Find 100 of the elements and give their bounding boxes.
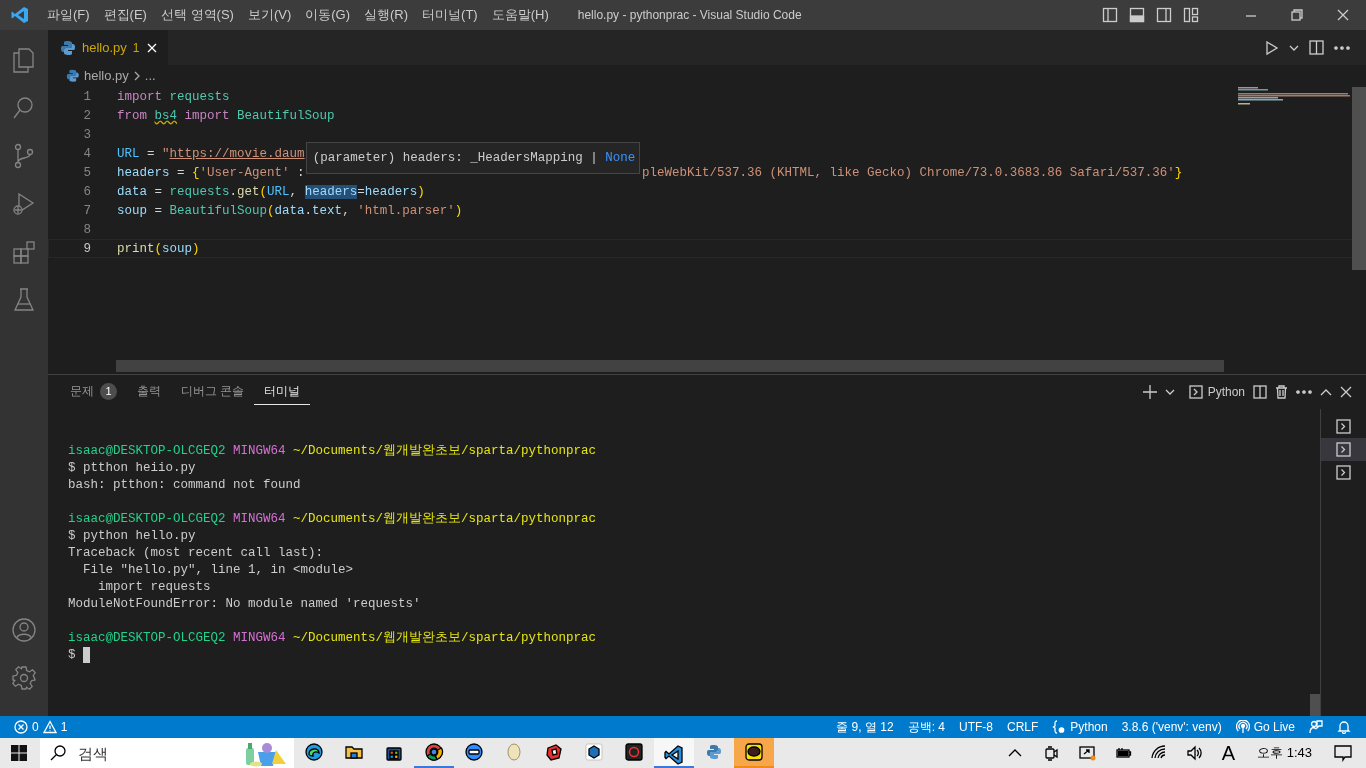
scrollbar-thumb[interactable] [1352,87,1366,270]
line-number: 7 [82,203,91,219]
start-icon[interactable] [11,745,27,761]
trash-icon[interactable] [1275,385,1288,399]
input-method-indicator[interactable]: A [1215,738,1242,768]
screen-sync-icon[interactable] [1077,744,1096,762]
terminal-line: isaac@DESKTOP-OLCGEQ2 MINGW64 ~/Documents/웹개발완초보/sparta/pythonprac [68,443,598,460]
menu-item[interactable]: 도움말(H) [484,5,556,25]
terminal-icon [1336,419,1351,434]
code-line: URL = "https://movie.daum [117,146,305,162]
feedback-icon [1309,720,1323,734]
code-line: headers = {'User-Agent' : [117,165,305,181]
chat-bubble-icon [744,742,764,762]
clock[interactable]: 오후 1:43 [1247,743,1322,763]
terminal-line: isaac@DESKTOP-OLCGEQ2 MINGW64 ~/Documents/웹개발완초보/sparta/pythonprac [68,630,598,647]
terminal-line: ModuleNotFoundError: No module named 'requests' [68,596,422,613]
line-number: 9 [82,241,91,257]
video-app-icon [464,742,484,762]
menu-item[interactable]: 보기(V) [240,5,299,25]
panel-tab[interactable]: 터미널 [254,378,311,406]
line-number: 2 [82,108,91,124]
search-icon [50,745,66,761]
breadcrumb-item[interactable]: ... [144,66,156,86]
menu-item[interactable]: 파일(F) [40,5,97,25]
more-icon[interactable] [1334,45,1350,50]
terminal-line: import requests [97,579,212,596]
problems-status[interactable]: 0 1 [0,718,75,736]
count-badge: 1 [100,383,117,400]
maximize-panel-icon[interactable] [1320,388,1332,396]
account-icon[interactable] [10,616,38,644]
bell-icon [1337,720,1351,734]
broadcast-icon [1235,720,1250,734]
run-icon[interactable] [1265,39,1279,56]
restore-icon[interactable] [1290,8,1304,22]
menu-item[interactable]: 실행(R) [357,5,416,25]
braces-icon [1052,720,1067,734]
close-icon[interactable] [1336,8,1350,22]
terminal-line: $ [68,647,1320,664]
panel-toggle-icon[interactable] [1128,7,1145,23]
plus-icon[interactable] [1142,385,1157,399]
more-icon[interactable] [1296,390,1312,394]
code-text: pleWebKit/537.36 (KHTML, like Gecko) Chrome/73.0.3683.86 Safari/537.36'} [642,165,1183,182]
settings-icon[interactable] [10,664,38,692]
chevron-down-icon[interactable] [1164,388,1175,396]
terminal-line: $ ptthon heiio.py [68,460,197,477]
status-item[interactable]: 3.8.6 ('venv': venv) [1114,718,1229,736]
status-item[interactable]: CRLF [999,718,1046,736]
line-number: 3 [82,127,91,143]
extensions-icon[interactable] [10,238,38,266]
taskbar-app-button[interactable] [734,738,774,768]
status-item[interactable]: Go Live [1228,718,1302,736]
terminal-line: isaac@DESKTOP-OLCGEQ2 MINGW64 ~/Documents/웹개발완초보/sparta/pythonprac [68,511,598,528]
status-item[interactable]: 줄 9, 열 12 [829,718,901,736]
chevron-down-icon[interactable] [1289,43,1299,52]
line-number: 8 [82,222,91,238]
terminal-line: Traceback (most recent call last): [68,545,325,562]
scrollbar-thumb[interactable] [116,360,1224,372]
logo-icon [11,6,29,24]
secondary-sidebar-toggle-icon[interactable] [1155,7,1172,23]
split-terminal-icon[interactable] [1253,385,1267,399]
code-line: from bs4 import BeautifulSoup [117,108,335,124]
scrollbar-thumb[interactable] [1310,694,1320,716]
taskbar-app-button[interactable] [654,738,694,768]
menu-item[interactable]: 터미널(T) [415,5,485,25]
breadcrumb-item[interactable]: hello.py [84,66,129,86]
close-icon[interactable] [1340,386,1352,398]
sidebar-toggle-icon[interactable] [1101,7,1118,23]
python-icon [704,742,724,762]
terminal-icon [1336,465,1351,480]
type-keyword: None [605,149,636,167]
circle-logo-icon [424,742,444,762]
panel-tab[interactable]: 출력 [127,378,171,406]
notification-icon[interactable] [1333,744,1353,762]
error-icon [14,720,28,734]
terminal-line: bash: ptthon: command not found [68,477,302,494]
line-number: 4 [82,146,91,162]
code-line: data = requests.get(URL, headers=headers) [117,184,425,200]
terminal-list-item[interactable] [1321,438,1366,461]
panel-tab[interactable]: 문제 1 [60,378,127,406]
terminal-line: $ python hello.py [68,528,197,545]
status-item[interactable]: 공백: 4 [900,718,952,736]
volume-icon[interactable] [1185,744,1204,762]
menu-item[interactable]: 선택 영역(S) [153,5,241,25]
terminal-profile-button[interactable]: Python [1188,383,1245,401]
layout-icon[interactable] [1182,7,1199,23]
status-item[interactable]: UTF-8 [951,718,1000,736]
code-line: import requests [117,89,230,105]
code-line: print(soup) [117,241,200,257]
signature-text: (parameter) headers: _HeadersMapping | [312,149,599,167]
code-line: soup = BeautifulSoup(data.text, 'html.parser') [117,203,463,219]
problem-count: 1 [132,39,140,57]
line-number: 5 [82,165,91,181]
menu-item[interactable]: 편집(E) [96,5,154,25]
panel-tab[interactable]: 디버그 콘솔 [171,378,255,406]
menu-item[interactable]: 이동(G) [298,5,358,25]
split-editor-icon[interactable] [1309,40,1324,55]
terminal-icon [1188,385,1203,399]
editor-tab[interactable]: hello.py 1 [48,30,168,65]
status-item[interactable]: Python [1045,718,1115,736]
terminal-icon [1336,442,1351,457]
